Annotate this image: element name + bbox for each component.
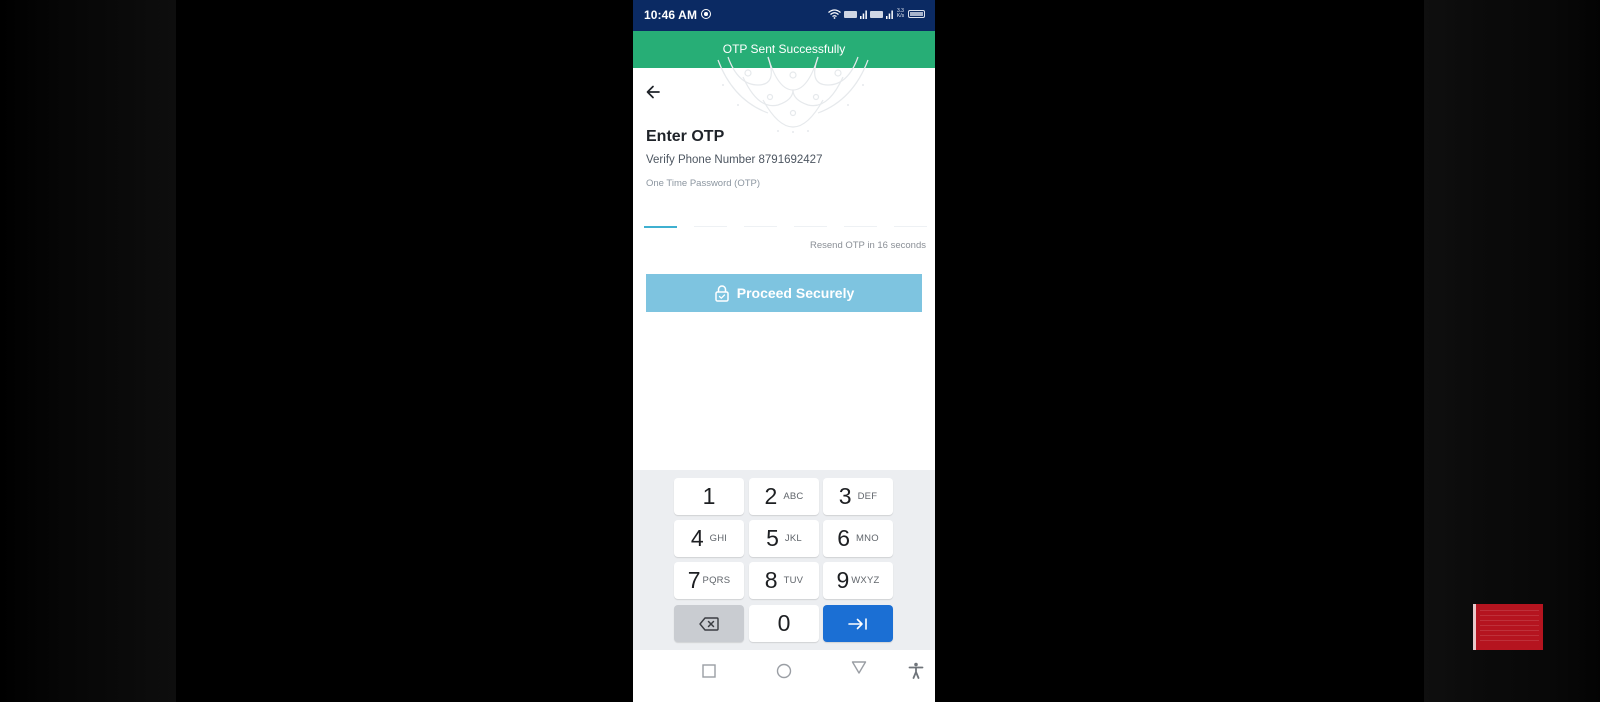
key-letters: TUV bbox=[783, 575, 804, 586]
key-letters: ABC bbox=[783, 491, 804, 502]
key-digit: 9 bbox=[836, 567, 850, 593]
background-left-panel bbox=[0, 0, 176, 702]
home-button[interactable] bbox=[774, 660, 794, 680]
key-5[interactable]: 5 JKL bbox=[749, 520, 819, 557]
key-0[interactable]: 0 bbox=[749, 605, 819, 642]
key-8[interactable]: 8 TUV bbox=[749, 562, 819, 599]
back-icon bbox=[851, 661, 867, 674]
system-nav-bar bbox=[633, 650, 935, 702]
key-digit: 2 bbox=[764, 483, 778, 509]
key-2[interactable]: 2 ABC bbox=[749, 478, 819, 515]
page-title: Enter OTP bbox=[646, 128, 725, 145]
key-digit: 6 bbox=[837, 525, 851, 551]
otp-digit-input[interactable] bbox=[844, 212, 877, 227]
otp-digit-input[interactable] bbox=[694, 212, 727, 227]
key-digit: 5 bbox=[766, 525, 779, 551]
otp-input-group bbox=[644, 212, 927, 228]
back-button[interactable] bbox=[643, 82, 665, 102]
background-right-panel bbox=[1424, 0, 1600, 702]
network-speed-icon: 3.3 K/s bbox=[896, 8, 905, 19]
home-icon bbox=[776, 663, 792, 679]
key-letters: PQRS bbox=[702, 575, 731, 586]
key-3[interactable]: 3 DEF bbox=[823, 478, 893, 515]
proceed-securely-label: Proceed Securely bbox=[736, 285, 855, 301]
proceed-securely-button[interactable]: Proceed Securely bbox=[646, 274, 922, 312]
signal-icon bbox=[886, 10, 893, 19]
key-6[interactable]: 6 MNO bbox=[823, 520, 893, 557]
wifi-icon bbox=[828, 9, 841, 19]
tab-next-icon bbox=[848, 617, 867, 630]
numeric-keypad: 1 2 ABC 3 DEF 4 GHI 5 JKL 6 MNO 7 PQRS 8… bbox=[633, 470, 935, 650]
verify-phone-text: Verify Phone Number 8791692427 bbox=[646, 154, 823, 166]
recents-icon bbox=[702, 664, 716, 678]
key-next[interactable] bbox=[823, 605, 893, 642]
status-icons: 3.3 K/s bbox=[828, 9, 925, 19]
otp-digit-input[interactable] bbox=[894, 212, 927, 227]
recents-button[interactable] bbox=[699, 660, 719, 680]
key-9[interactable]: 9 WXYZ bbox=[823, 562, 893, 599]
resend-otp-timer: Resend OTP in 16 seconds bbox=[809, 240, 926, 251]
otp-digit-input[interactable] bbox=[744, 212, 777, 227]
key-digit: 8 bbox=[764, 567, 778, 593]
screen-record-icon bbox=[701, 9, 711, 19]
volte-icon bbox=[844, 10, 857, 18]
backspace-icon bbox=[699, 616, 719, 631]
key-letters: GHI bbox=[709, 533, 728, 544]
arrow-left-icon bbox=[646, 85, 660, 99]
mandala-decoration bbox=[717, 56, 869, 133]
key-digit: 0 bbox=[777, 610, 791, 636]
key-1[interactable]: 1 bbox=[674, 478, 744, 515]
otp-digit-input[interactable] bbox=[794, 212, 827, 227]
phone-screen: 10:46 AM 3.3 K/s OTP Sent Successfully E… bbox=[633, 0, 935, 702]
accessibility-button[interactable] bbox=[906, 660, 926, 680]
key-letters: DEF bbox=[857, 491, 878, 502]
status-time: 10:46 AM bbox=[644, 8, 698, 22]
status-bar: 10:46 AM 3.3 K/s bbox=[633, 0, 935, 31]
battery-icon bbox=[908, 10, 925, 18]
otp-digit-input[interactable] bbox=[644, 212, 677, 228]
overlay-widget[interactable] bbox=[1473, 604, 1543, 650]
otp-field-label: One Time Password (OTP) bbox=[646, 178, 761, 189]
key-letters: JKL bbox=[784, 533, 802, 544]
key-letters: MNO bbox=[856, 533, 879, 544]
key-digit: 4 bbox=[690, 525, 704, 551]
volte-icon bbox=[870, 10, 883, 18]
key-4[interactable]: 4 GHI bbox=[674, 520, 744, 557]
key-letters: WXYZ bbox=[851, 575, 880, 586]
lock-icon bbox=[714, 285, 729, 302]
key-digit: 1 bbox=[702, 483, 716, 509]
accessibility-icon bbox=[908, 662, 924, 679]
key-7[interactable]: 7 PQRS bbox=[674, 562, 744, 599]
nav-back-button[interactable] bbox=[849, 658, 869, 678]
signal-icon bbox=[860, 10, 867, 19]
key-backspace[interactable] bbox=[674, 605, 744, 642]
key-digit: 3 bbox=[838, 483, 852, 509]
key-digit: 7 bbox=[687, 567, 701, 593]
